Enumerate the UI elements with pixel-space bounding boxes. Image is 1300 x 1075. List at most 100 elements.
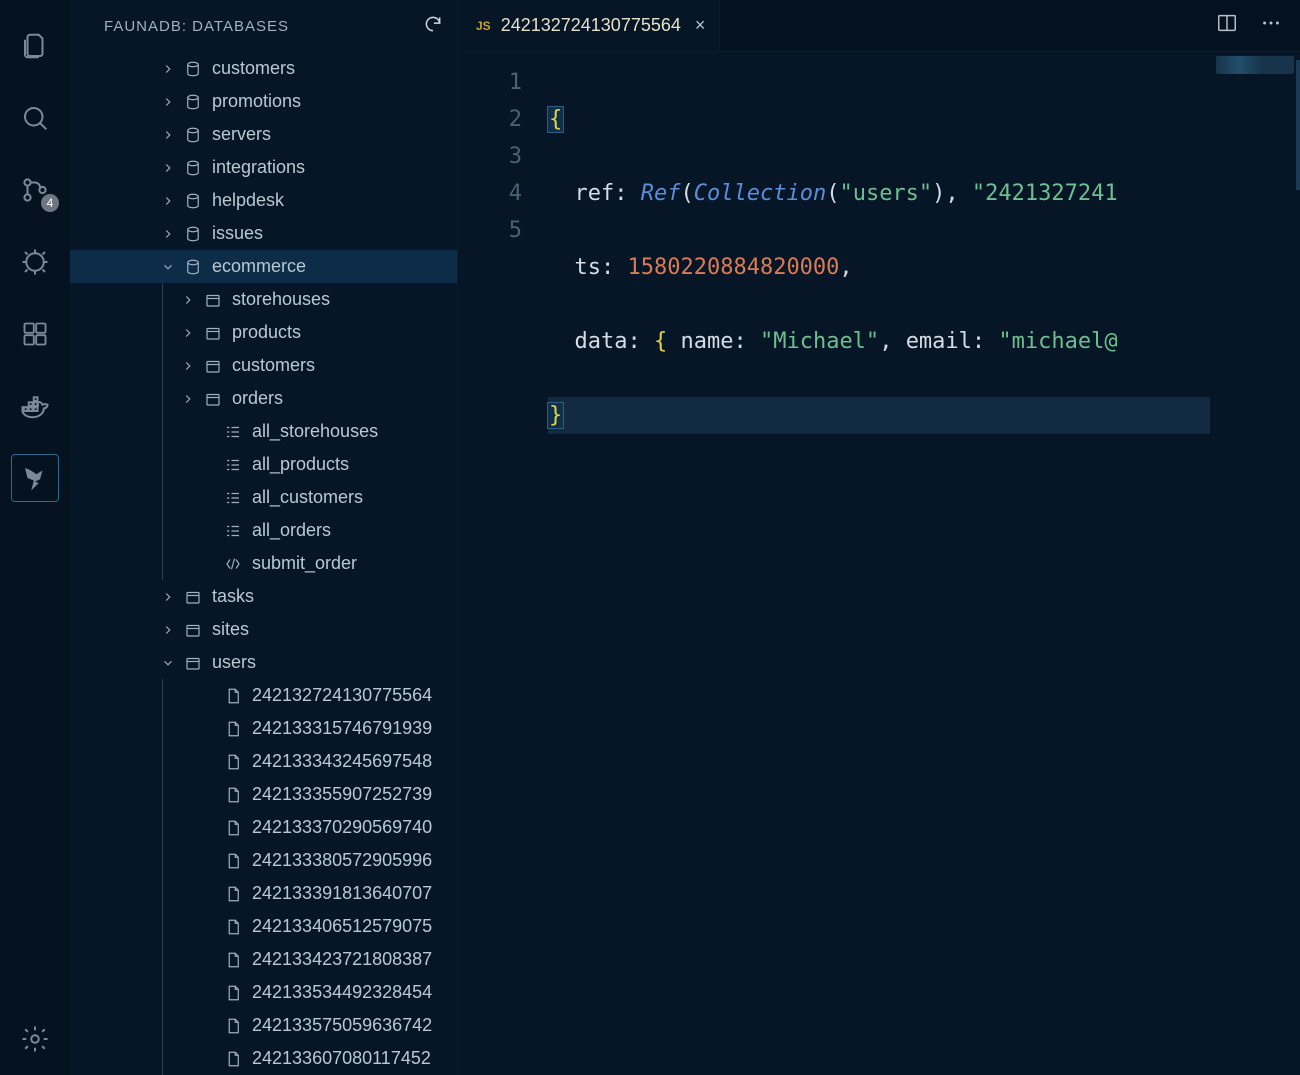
index-item[interactable]: all_storehouses xyxy=(70,415,457,448)
minimap[interactable] xyxy=(1210,52,1300,1075)
collection-item[interactable]: customers xyxy=(70,349,457,382)
minimap-overview xyxy=(1216,56,1294,74)
more-icon[interactable] xyxy=(1260,12,1282,39)
document-item[interactable]: 242132724130775564 xyxy=(70,679,457,712)
editor-tab-actions xyxy=(1194,0,1300,51)
function-icon xyxy=(222,554,244,574)
index-icon xyxy=(222,455,244,475)
index-label: all_products xyxy=(252,454,349,475)
chevron-right-icon xyxy=(158,158,178,178)
file-icon xyxy=(222,917,244,937)
index-icon xyxy=(222,422,244,442)
database-icon xyxy=(182,158,204,178)
docker-icon[interactable] xyxy=(11,382,59,430)
search-icon[interactable] xyxy=(11,94,59,142)
document-item[interactable]: 242133315746791939 xyxy=(70,712,457,745)
editor-tab[interactable]: JS 242132724130775564 × xyxy=(458,0,720,51)
collection-item-sites[interactable]: sites xyxy=(70,613,457,646)
chevron-right-icon xyxy=(158,92,178,112)
function-item[interactable]: submit_order xyxy=(70,547,457,580)
document-item[interactable]: 242133355907252739 xyxy=(70,778,457,811)
line-number: 2 xyxy=(458,101,522,138)
debug-icon[interactable] xyxy=(11,238,59,286)
chevron-right-icon xyxy=(158,191,178,211)
db-item-helpdesk[interactable]: helpdesk xyxy=(70,184,457,217)
chevron-right-icon xyxy=(178,323,198,343)
collection-item[interactable]: products xyxy=(70,316,457,349)
extensions-icon[interactable] xyxy=(11,310,59,358)
db-item-integrations[interactable]: integrations xyxy=(70,151,457,184)
db-label: promotions xyxy=(212,91,301,112)
document-item[interactable]: 242133370290569740 xyxy=(70,811,457,844)
code-content[interactable]: { ref: Ref(Collection("users"), "2421327… xyxy=(548,52,1210,1075)
db-item-promotions[interactable]: promotions xyxy=(70,85,457,118)
db-item-ecommerce[interactable]: ecommerce xyxy=(70,250,457,283)
chevron-right-icon xyxy=(158,125,178,145)
document-item[interactable]: 242133534492328454 xyxy=(70,976,457,1009)
file-icon xyxy=(222,950,244,970)
sidebar-title: FAUNADB: DATABASES xyxy=(104,18,289,35)
tab-title: 242132724130775564 xyxy=(501,15,681,36)
database-icon xyxy=(182,125,204,145)
split-editor-icon[interactable] xyxy=(1216,12,1238,39)
index-item[interactable]: all_customers xyxy=(70,481,457,514)
file-icon xyxy=(222,818,244,838)
document-item[interactable]: 242133391813640707 xyxy=(70,877,457,910)
collection-label: storehouses xyxy=(232,289,330,310)
collection-icon xyxy=(182,653,204,673)
db-label: issues xyxy=(212,223,263,244)
db-label: servers xyxy=(212,124,271,145)
fauna-icon[interactable] xyxy=(11,454,59,502)
db-item-servers[interactable]: servers xyxy=(70,118,457,151)
document-label: 242133370290569740 xyxy=(252,817,432,838)
collection-item-users[interactable]: users xyxy=(70,646,457,679)
db-item-customers[interactable]: customers xyxy=(70,52,457,85)
collection-label: orders xyxy=(232,388,283,409)
document-label: 242133406512579075 xyxy=(252,916,432,937)
index-item[interactable]: all_orders xyxy=(70,514,457,547)
collection-icon xyxy=(182,587,204,607)
collection-item-tasks[interactable]: tasks xyxy=(70,580,457,613)
refresh-icon[interactable] xyxy=(423,14,443,38)
chevron-down-icon xyxy=(158,257,178,277)
collection-label: tasks xyxy=(212,586,254,607)
document-label: 242133575059636742 xyxy=(252,1015,432,1036)
explorer-icon[interactable] xyxy=(11,22,59,70)
document-label: 242133343245697548 xyxy=(252,751,432,772)
document-item[interactable]: 242133575059636742 xyxy=(70,1009,457,1042)
index-item[interactable]: all_products xyxy=(70,448,457,481)
chevron-right-icon xyxy=(158,620,178,640)
activity-bar: 4 xyxy=(0,0,70,1075)
document-label: 242133355907252739 xyxy=(252,784,432,805)
file-icon xyxy=(222,686,244,706)
document-label: 242133607080117452 xyxy=(252,1048,431,1069)
sidebar-panel: FAUNADB: DATABASES customers promotions … xyxy=(70,0,458,1075)
file-icon xyxy=(222,851,244,871)
chevron-right-icon xyxy=(178,356,198,376)
document-item[interactable]: 242133406512579075 xyxy=(70,910,457,943)
database-icon xyxy=(182,224,204,244)
document-item[interactable]: 242133607080117452 xyxy=(70,1042,457,1075)
code-editor[interactable]: 1 2 3 4 5 { ref: Ref(Collection("users")… xyxy=(458,52,1300,1075)
index-label: all_orders xyxy=(252,520,331,541)
collection-item[interactable]: storehouses xyxy=(70,283,457,316)
file-icon xyxy=(222,752,244,772)
source-control-icon[interactable]: 4 xyxy=(11,166,59,214)
collection-item[interactable]: orders xyxy=(70,382,457,415)
db-item-issues[interactable]: issues xyxy=(70,217,457,250)
collection-icon xyxy=(202,389,224,409)
file-icon xyxy=(222,719,244,739)
index-icon xyxy=(222,521,244,541)
close-icon[interactable]: × xyxy=(695,15,706,36)
document-item[interactable]: 242133380572905996 xyxy=(70,844,457,877)
database-icon xyxy=(182,59,204,79)
document-label: 242133380572905996 xyxy=(252,850,432,871)
settings-gear-icon[interactable] xyxy=(11,1015,59,1063)
app-root: 4 FAUNADB: DATABASES xyxy=(0,0,1300,1075)
chevron-right-icon xyxy=(178,290,198,310)
collection-icon xyxy=(202,290,224,310)
editor-scrollbar[interactable] xyxy=(1296,60,1300,190)
document-item[interactable]: 242133343245697548 xyxy=(70,745,457,778)
document-item[interactable]: 242133423721808387 xyxy=(70,943,457,976)
file-icon xyxy=(222,785,244,805)
